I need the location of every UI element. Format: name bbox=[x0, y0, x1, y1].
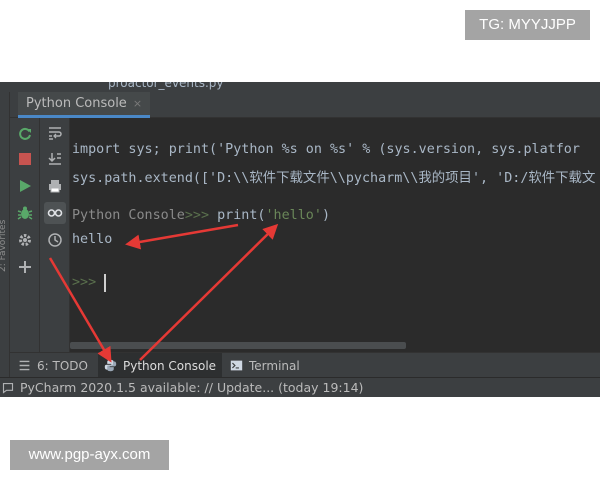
text-caret bbox=[104, 274, 106, 292]
favorites-tab-label[interactable]: 2: Favorites bbox=[0, 220, 8, 272]
soft-wrap-button[interactable] bbox=[44, 122, 66, 144]
console-prompt-name: Python Console bbox=[72, 208, 185, 223]
add-icon bbox=[19, 261, 31, 273]
console-output[interactable]: import sys; print('Python %s on %s' % (s… bbox=[70, 118, 600, 352]
console-command-line: Python Console>>> print('hello') bbox=[72, 208, 330, 223]
left-tool-strip: 2: Favorites bbox=[0, 92, 10, 377]
console-output-hello: hello bbox=[72, 232, 113, 247]
scroll-to-end-icon bbox=[48, 153, 61, 165]
add-console-button[interactable] bbox=[14, 256, 36, 278]
debug-button[interactable] bbox=[14, 202, 36, 224]
editor-file-tab[interactable]: proactor_events.py bbox=[108, 82, 224, 90]
console-command-prefix: print( bbox=[217, 208, 266, 223]
run-icon bbox=[20, 180, 31, 192]
console-command-suffix: ) bbox=[321, 208, 330, 223]
terminal-tab[interactable]: Terminal bbox=[224, 353, 306, 378]
print-icon bbox=[49, 180, 61, 193]
stop-icon bbox=[19, 153, 31, 165]
console-line-import: import sys; print('Python %s on %s' % (s… bbox=[72, 142, 580, 157]
todo-tab[interactable]: 6: TODO bbox=[12, 353, 94, 378]
screenshot-root: TG: MYYJJPP proactor_events.py 2: Favori… bbox=[0, 0, 600, 480]
soft-wrap-icon bbox=[49, 127, 62, 140]
status-message[interactable]: PyCharm 2020.1.5 available: // Update...… bbox=[20, 380, 363, 395]
python-console-tab[interactable]: Python Console × bbox=[18, 92, 151, 118]
tool-window-header: Python Console × bbox=[10, 92, 600, 118]
todo-tab-label: 6: TODO bbox=[37, 358, 88, 373]
horizontal-scrollbar[interactable] bbox=[70, 342, 406, 349]
todo-list-icon bbox=[19, 360, 30, 371]
editor-tab-strip: proactor_events.py bbox=[0, 82, 600, 92]
show-variables-icon bbox=[47, 209, 63, 217]
show-variables-button[interactable] bbox=[44, 202, 66, 224]
notification-icon[interactable] bbox=[2, 382, 14, 394]
bottom-tool-tabs: 6: TODO Python Console Terminal bbox=[10, 352, 600, 378]
console-actions-toolbar bbox=[10, 118, 40, 352]
watermark-top: TG: MYYJJPP bbox=[465, 10, 590, 40]
terminal-tab-label: Terminal bbox=[249, 358, 300, 373]
run-button[interactable] bbox=[14, 175, 36, 197]
pycharm-window: proactor_events.py 2: Favorites Python C… bbox=[0, 82, 600, 397]
watermark-bottom: www.pgp-ayx.com bbox=[10, 440, 169, 470]
debug-icon bbox=[17, 206, 33, 220]
close-icon[interactable]: × bbox=[133, 97, 142, 110]
history-icon bbox=[48, 233, 62, 247]
scroll-to-end-button[interactable] bbox=[44, 148, 66, 170]
console-prompt-marker: >>> bbox=[184, 208, 218, 223]
console-line-path-extend: sys.path.extend(['D:\\软件下载文件\\pycharm\\我… bbox=[72, 171, 596, 186]
console-command-string: 'hello' bbox=[265, 208, 322, 223]
console-input-prompt: >>> bbox=[72, 275, 97, 290]
stop-button[interactable] bbox=[14, 148, 36, 170]
console-view-toolbar bbox=[40, 118, 70, 352]
python-console-bottom-tab[interactable]: Python Console bbox=[98, 353, 223, 378]
terminal-icon bbox=[230, 360, 243, 371]
print-button[interactable] bbox=[44, 175, 66, 197]
python-console-bottom-tab-label: Python Console bbox=[123, 358, 217, 373]
rerun-icon bbox=[19, 127, 31, 140]
settings-icon bbox=[19, 234, 31, 246]
rerun-button[interactable] bbox=[14, 122, 36, 144]
python-icon bbox=[104, 359, 117, 372]
history-button[interactable] bbox=[44, 229, 66, 251]
python-console-tab-label: Python Console bbox=[26, 96, 127, 111]
settings-button[interactable] bbox=[14, 229, 36, 251]
status-bar: PyCharm 2020.1.5 available: // Update...… bbox=[0, 377, 600, 397]
